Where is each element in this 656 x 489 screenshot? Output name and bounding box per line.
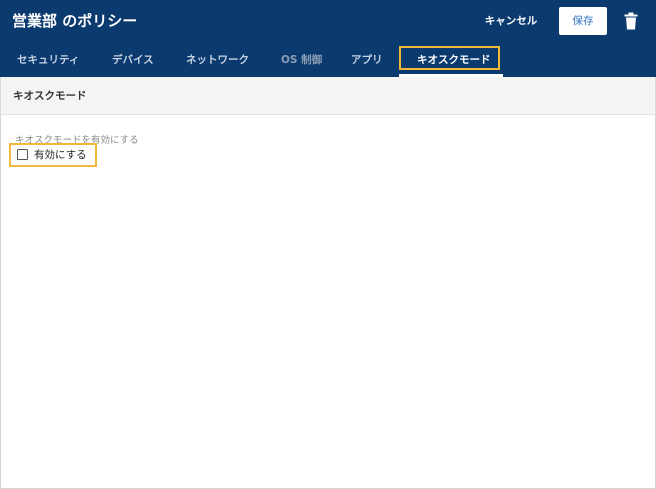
section-title: キオスクモード [13,90,87,102]
save-button[interactable]: 保存 [559,7,607,35]
tab-os-control[interactable]: OS 制御 [281,45,322,77]
tab-bar: セキュリティ デバイス ネットワーク OS 制御 アプリ キオスクモード [0,45,656,77]
tab-security[interactable]: セキュリティ [17,45,79,77]
trash-icon[interactable] [624,12,638,30]
page-title: 営業部 のポリシー [12,12,138,30]
tab-devices[interactable]: デバイス [112,45,154,77]
tab-highlight-box [399,46,500,70]
policy-header: 営業部 のポリシー キャンセル 保存 セキュリティ デバイス ネットワーク OS… [0,0,656,77]
checkbox-label: 有効にする [34,149,87,161]
tab-network[interactable]: ネットワーク [186,45,249,77]
cancel-button[interactable]: キャンセル [478,9,544,33]
checkbox-icon[interactable] [17,149,28,160]
enable-kiosk-checkbox[interactable]: 有効にする [9,143,97,167]
section-header: キオスクモード [1,77,655,115]
tab-apps[interactable]: アプリ [351,45,383,77]
